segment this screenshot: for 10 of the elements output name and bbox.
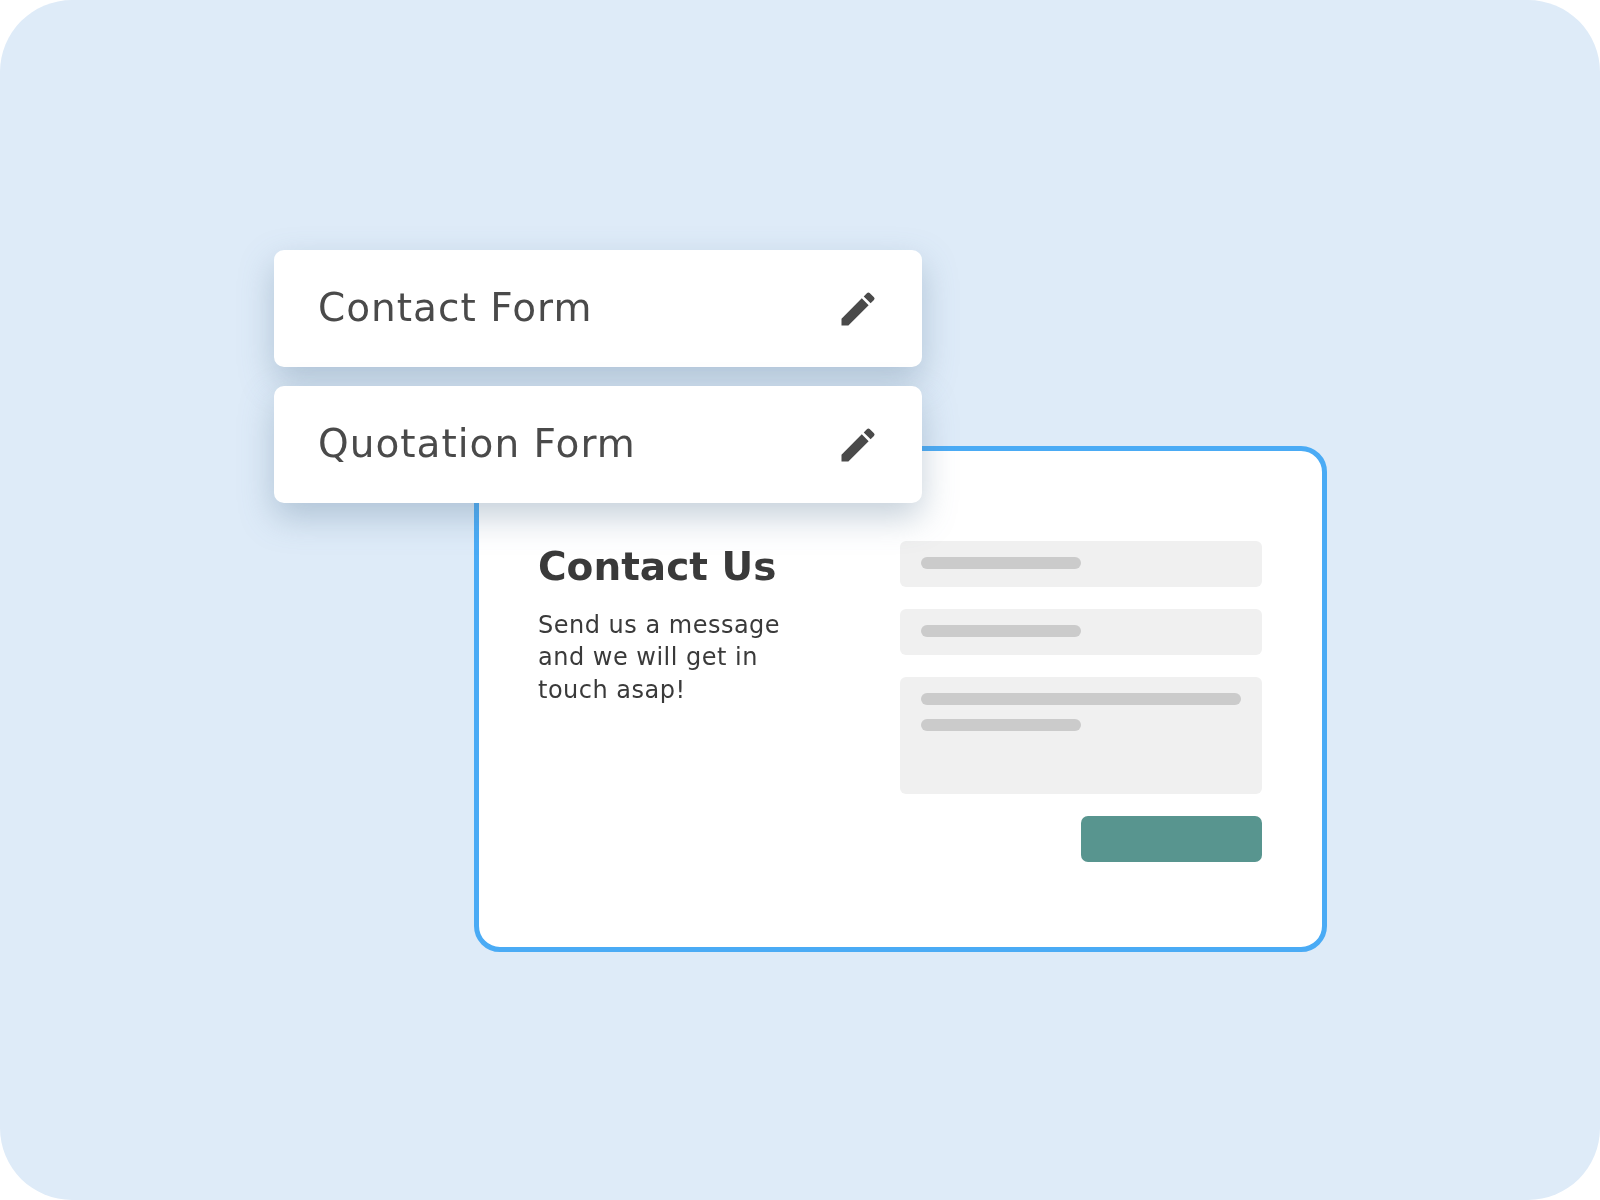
form-list-item[interactable]: Quotation Form (274, 386, 922, 503)
form-name: Quotation Form (318, 420, 636, 469)
form-list-item[interactable]: Contact Form (274, 250, 922, 367)
contact-description: Send us a message and we will get in touch asap! (538, 609, 782, 706)
input-field[interactable] (900, 609, 1262, 655)
form-name: Contact Form (318, 284, 593, 333)
input-field[interactable] (900, 541, 1262, 587)
textarea-field[interactable] (900, 677, 1262, 794)
contact-title: Contact Us (538, 546, 778, 589)
submit-button[interactable] (1081, 816, 1262, 862)
